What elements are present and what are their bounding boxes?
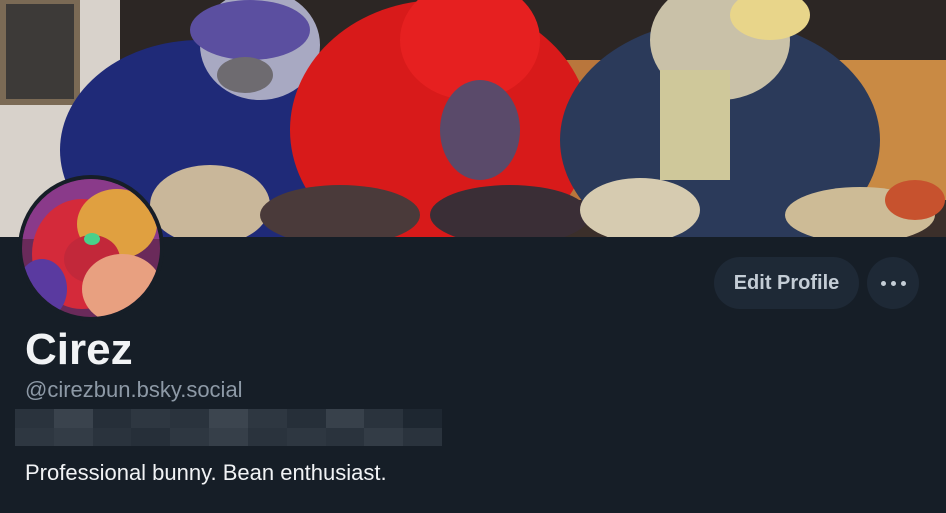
avatar[interactable] [18,175,164,321]
redacted-text [15,409,442,446]
ellipsis-icon [880,280,906,286]
profile-bio: Professional bunny. Bean enthusiast. [25,460,387,485]
more-options-button[interactable] [867,257,919,309]
avatar-image [22,179,160,317]
profile-handle: @cirezbun.bsky.social [25,377,243,402]
edit-profile-button[interactable]: Edit Profile [714,257,859,309]
display-name: Cirez [25,325,133,374]
